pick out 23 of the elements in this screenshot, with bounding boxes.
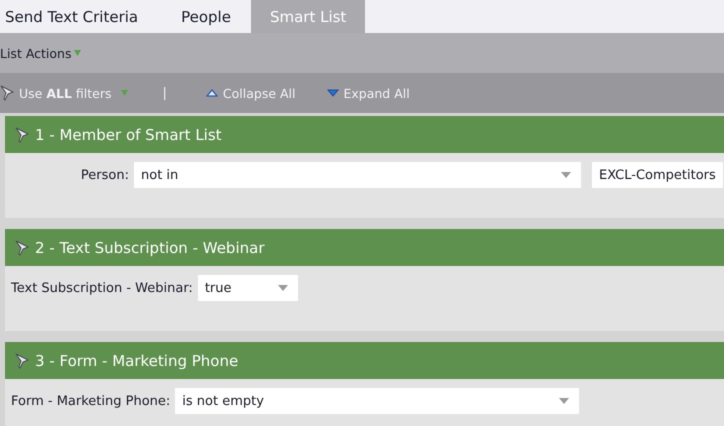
separator: | <box>162 86 167 100</box>
condition-label: Text Subscription - Webinar: <box>10 280 194 296</box>
filter-header[interactable]: 3 - Form - Marketing Phone <box>5 342 724 379</box>
caret-icon <box>278 285 288 291</box>
tab[interactable]: People <box>171 0 251 33</box>
filter-title: 2 - Text Subscription - Webinar <box>35 238 264 256</box>
list-field[interactable]: EXCL-Competitors <box>592 162 723 188</box>
caret-icon <box>561 172 571 178</box>
filter-title: 1 - Member of Smart List <box>35 126 222 144</box>
filter-title: 3 - Form - Marketing Phone <box>35 352 238 370</box>
dropdown-icon[interactable] <box>74 50 82 56</box>
tab[interactable]: Send Text Criteria <box>0 0 146 33</box>
condition-select[interactable]: is not empty <box>175 388 580 414</box>
collapse-icon[interactable] <box>206 89 218 97</box>
list-actions-menu[interactable]: List Actions <box>0 46 72 60</box>
condition-select[interactable]: not in <box>134 162 581 188</box>
expand-icon[interactable] <box>326 89 338 97</box>
filter-header[interactable]: 1 - Member of Smart List <box>5 116 724 153</box>
condition-select[interactable]: true <box>198 275 298 301</box>
condition-label: Person: <box>80 168 130 182</box>
filter-header[interactable]: 2 - Text Subscription - Webinar <box>5 229 724 266</box>
condition-label: Form - Marketing Phone: <box>10 394 172 408</box>
caret-icon <box>559 398 570 404</box>
